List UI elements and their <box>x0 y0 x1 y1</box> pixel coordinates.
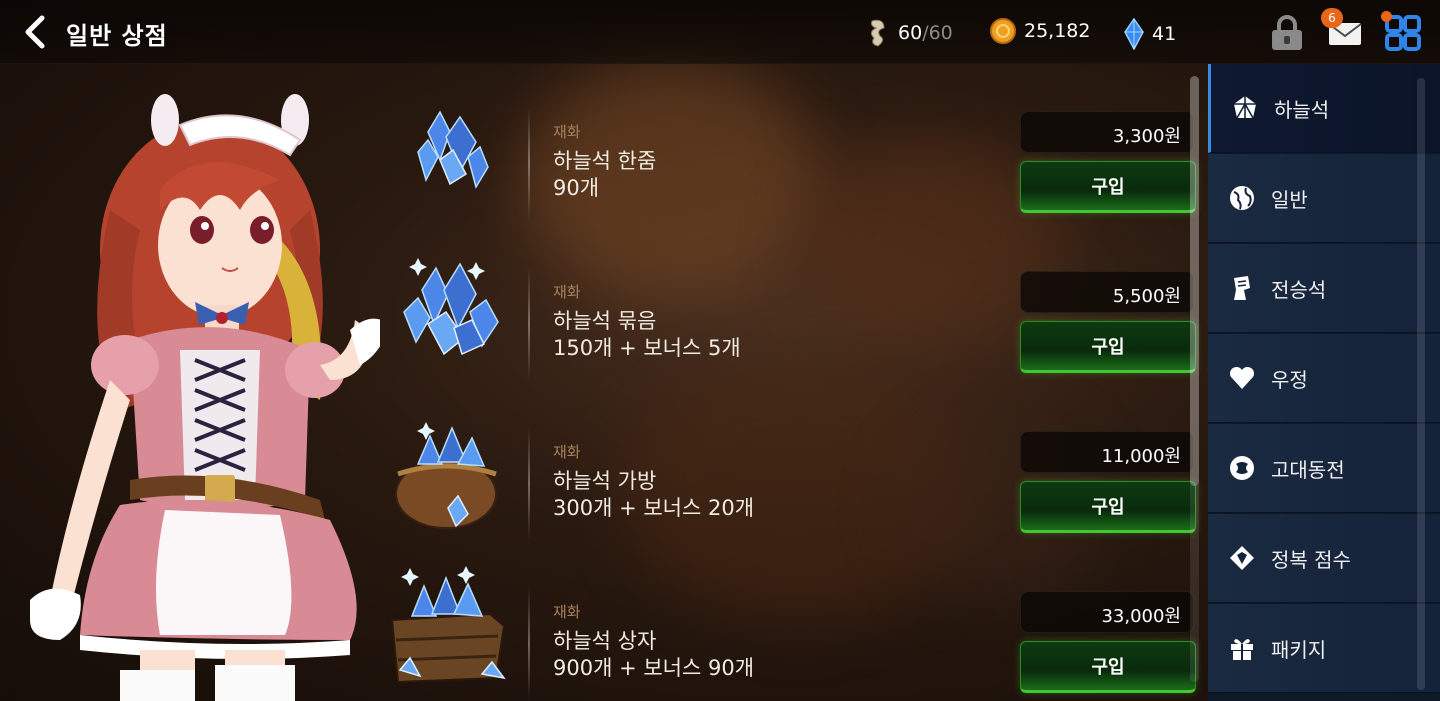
item-quantity: 300개 + 보너스 20개 <box>553 496 755 520</box>
sky-stone-icon <box>1234 96 1256 119</box>
crystal-chest-icon <box>390 566 506 684</box>
shopkeeper-character <box>30 94 380 701</box>
gift-icon <box>1231 639 1253 660</box>
item-divider <box>528 588 530 700</box>
item-category: 재화 <box>553 443 581 461</box>
stamina-value: 60 <box>898 22 923 44</box>
item-category: 재화 <box>553 123 581 141</box>
crystal-handful-icon <box>417 110 489 189</box>
item-name: 하늘석 한줌 <box>553 149 657 173</box>
globe-icon <box>1230 186 1254 210</box>
item-name: 하늘석 상자 <box>553 629 657 653</box>
sky-gem-icon <box>1124 18 1144 50</box>
item-name: 하늘석 가방 <box>553 469 657 493</box>
back-button[interactable] <box>18 14 54 50</box>
buy-button[interactable]: 구입 <box>1020 161 1196 213</box>
gold-coin-icon <box>990 18 1016 44</box>
product-row: 재화 하늘석 상자 900개 + 보너스 90개 33,000원 구입 <box>380 566 1200 701</box>
lock-icon[interactable] <box>1268 14 1306 52</box>
gem-display: 41 <box>1124 18 1176 50</box>
item-price: 5,500원 <box>1020 271 1194 313</box>
mail-badge: 6 <box>1321 8 1343 28</box>
sidebar-item-label: 우정 <box>1271 367 1308 392</box>
ancient-coin-icon <box>1230 456 1254 480</box>
stamina-max: /60 <box>922 22 953 44</box>
heart-icon <box>1229 366 1255 389</box>
item-name: 하늘석 묶음 <box>553 309 657 333</box>
top-bar <box>0 0 1440 64</box>
crystal-bundle-icon <box>403 258 499 356</box>
sidebar-item-ancient-coin[interactable]: 고대동전 <box>1208 424 1440 513</box>
gold-value: 25,182 <box>1024 20 1091 42</box>
crystal-bag-icon <box>395 422 497 529</box>
item-quantity: 90개 <box>553 176 600 200</box>
sidebar-item-friendship[interactable]: 우정 <box>1208 334 1440 423</box>
item-price: 3,300원 <box>1020 111 1194 153</box>
product-scrollbar-thumb[interactable] <box>1190 76 1199 486</box>
buy-button[interactable]: 구입 <box>1020 481 1196 533</box>
item-price: 33,000원 <box>1020 591 1194 633</box>
buy-button[interactable]: 구입 <box>1020 641 1196 693</box>
sidebar-item-label: 고대동전 <box>1271 457 1345 482</box>
buy-button[interactable]: 구입 <box>1020 321 1196 373</box>
legacy-stone-icon <box>1234 276 1250 300</box>
conquest-icon <box>1230 546 1254 570</box>
stamina-display: 60/60 <box>866 18 953 48</box>
sidebar-item-package[interactable]: 패키지 <box>1208 604 1440 693</box>
gold-display: 25,182 <box>990 18 1090 44</box>
page-title: 일반 상점 <box>66 22 168 50</box>
sidebar-item-label: 전승석 <box>1271 277 1327 302</box>
sidebar-item-legacy-stone[interactable]: 전승석 <box>1208 244 1440 333</box>
item-divider <box>528 268 530 380</box>
sidebar-item-label: 일반 <box>1271 187 1308 212</box>
sidebar-item-label: 패키지 <box>1271 637 1327 662</box>
item-divider <box>528 108 530 220</box>
sidebar-item-conquest[interactable]: 정복 점수 <box>1208 514 1440 603</box>
item-divider <box>528 428 530 540</box>
sidebar-item-sky-stone[interactable]: 하늘석 <box>1208 64 1440 153</box>
notification-dot <box>1381 11 1392 22</box>
product-row: 재화 하늘석 묶음 150개 + 보너스 5개 5,500원 구입 <box>380 250 1200 410</box>
sidebar-item-label: 하늘석 <box>1274 97 1330 122</box>
item-quantity: 900개 + 보너스 90개 <box>553 656 755 680</box>
item-quantity: 150개 + 보너스 5개 <box>553 336 741 360</box>
stamina-icon <box>870 19 885 47</box>
product-row: 재화 하늘석 한줌 90개 3,300원 구입 <box>380 90 1200 250</box>
gem-value: 41 <box>1152 23 1177 45</box>
item-category: 재화 <box>553 283 581 301</box>
sidebar-item-label: 정복 점수 <box>1271 547 1351 572</box>
sidebar-item-general[interactable]: 일반 <box>1208 154 1440 243</box>
item-price: 11,000원 <box>1020 431 1194 473</box>
item-category: 재화 <box>553 603 581 621</box>
sidebar-scrollbar[interactable] <box>1417 78 1425 690</box>
product-row: 재화 하늘석 가방 300개 + 보너스 20개 11,000원 구입 <box>380 410 1200 570</box>
